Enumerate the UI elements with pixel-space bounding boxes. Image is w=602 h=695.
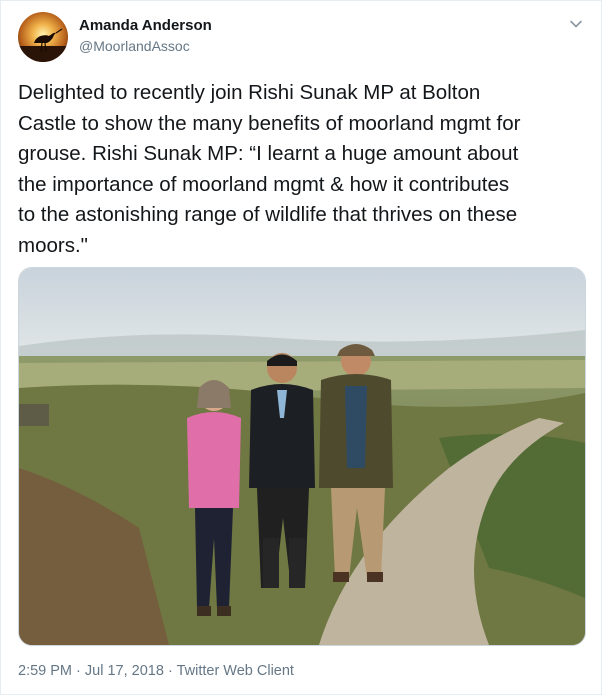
- photo-image: [19, 268, 585, 645]
- tweet-meta: 2:59 PM · Jul 17, 2018 · Twitter Web Cli…: [18, 661, 294, 681]
- tweet-source[interactable]: Twitter Web Client: [177, 663, 294, 679]
- tweet-time[interactable]: 2:59 PM: [18, 663, 72, 679]
- handle[interactable]: @MoorlandAssoc: [79, 37, 212, 55]
- tweet-photo[interactable]: [18, 267, 586, 646]
- tweet-card: Amanda Anderson @MoorlandAssoc Delighted…: [0, 0, 602, 695]
- tweet-date[interactable]: Jul 17, 2018: [85, 663, 164, 679]
- bird-silhouette-icon: [18, 12, 68, 62]
- chevron-down-icon[interactable]: [567, 15, 585, 33]
- meta-separator: ·: [167, 663, 173, 679]
- author-names: Amanda Anderson @MoorlandAssoc: [79, 16, 212, 55]
- meta-separator: ·: [76, 663, 81, 679]
- display-name[interactable]: Amanda Anderson: [79, 16, 212, 35]
- tweet-text: Delighted to recently join Rishi Sunak M…: [18, 81, 521, 257]
- avatar[interactable]: [18, 12, 68, 62]
